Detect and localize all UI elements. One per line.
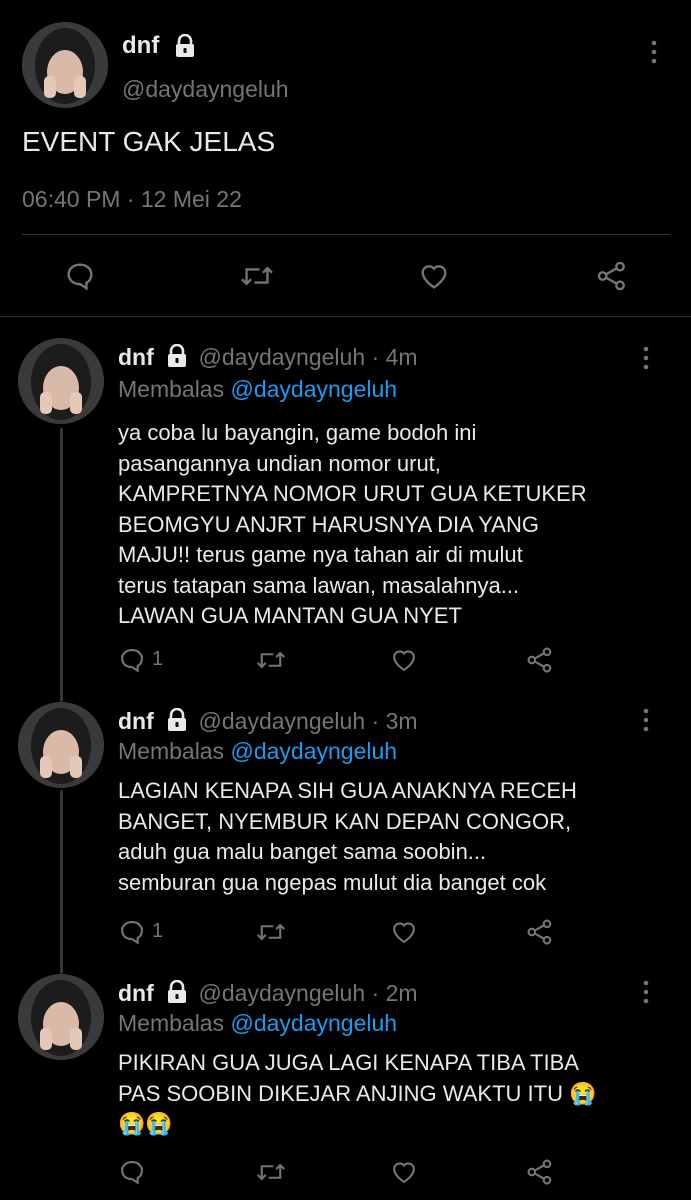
reply-header: dnf @daydayngeluh · 3m xyxy=(118,708,418,735)
retweet-icon[interactable] xyxy=(256,918,286,946)
heart-icon[interactable] xyxy=(390,646,418,674)
divider xyxy=(22,234,670,235)
author-handle[interactable]: @daydayngeluh xyxy=(199,980,366,1006)
lock-icon xyxy=(168,980,187,1003)
tweet-timestamp[interactable]: 06:40 PM · 12 Mei 22 xyxy=(22,186,242,213)
share-icon[interactable] xyxy=(596,260,628,292)
avatar-image xyxy=(18,702,104,788)
share-icon[interactable] xyxy=(526,1158,554,1186)
lock-icon xyxy=(176,34,194,57)
author-name[interactable]: dnf xyxy=(118,980,154,1006)
reply-count: 1 xyxy=(152,648,164,670)
reply-count: 1 xyxy=(152,920,164,942)
replying-handle[interactable]: @daydayngeluh xyxy=(231,738,398,764)
more-vertical-icon[interactable] xyxy=(638,708,654,732)
reply-text: LAGIAN KENAPA SIH GUA ANAKNYA RECEH BANG… xyxy=(118,778,577,895)
lock-icon xyxy=(168,708,187,731)
reply-time[interactable]: · 4m xyxy=(372,344,418,370)
reply-header: dnf @daydayngeluh · 2m xyxy=(118,980,418,1007)
heart-icon[interactable] xyxy=(390,1158,418,1186)
author-handle[interactable]: @daydayngeluh xyxy=(199,344,366,370)
replying-to: Membalas @daydayngeluh xyxy=(118,738,397,765)
reply-icon[interactable] xyxy=(64,260,96,292)
replying-label: Membalas xyxy=(118,376,225,402)
author-handle[interactable]: @daydayngeluh xyxy=(199,708,366,734)
avatar[interactable] xyxy=(18,338,104,424)
reply-icon[interactable] xyxy=(118,918,146,946)
lock-icon xyxy=(168,344,187,367)
avatar[interactable] xyxy=(22,22,108,108)
thread-line xyxy=(60,428,63,702)
thread-line xyxy=(60,790,63,974)
avatar[interactable] xyxy=(18,974,104,1060)
retweet-icon[interactable] xyxy=(240,260,274,292)
avatar-image xyxy=(18,974,104,1060)
more-vertical-icon[interactable] xyxy=(638,980,654,1004)
avatar-image xyxy=(22,22,108,108)
reply-text: ya coba lu bayangin, game bodoh ini pasa… xyxy=(118,420,587,628)
replying-label: Membalas xyxy=(118,1010,225,1036)
more-vertical-icon[interactable] xyxy=(638,346,654,370)
author-name[interactable]: dnf xyxy=(122,32,159,60)
replying-handle[interactable]: @daydayngeluh xyxy=(231,1010,398,1036)
replying-label: Membalas xyxy=(118,738,225,764)
reply-text: PIKIRAN GUA JUGA LAGI KENAPA TIBA TIBA P… xyxy=(118,1050,597,1136)
reply-icon[interactable] xyxy=(118,1158,146,1186)
divider xyxy=(0,316,691,317)
tweet-text: EVENT GAK JELAS xyxy=(22,126,276,157)
author-handle[interactable]: @daydayngeluh xyxy=(122,76,289,103)
heart-icon[interactable] xyxy=(418,260,450,292)
author-name[interactable]: dnf xyxy=(118,708,154,734)
retweet-icon[interactable] xyxy=(256,1158,286,1186)
reply-time[interactable]: · 2m xyxy=(372,980,418,1006)
avatar[interactable] xyxy=(18,702,104,788)
reply-header: dnf @daydayngeluh · 4m xyxy=(118,344,418,371)
share-icon[interactable] xyxy=(526,918,554,946)
replying-to: Membalas @daydayngeluh xyxy=(118,1010,397,1037)
reply-icon[interactable] xyxy=(118,646,146,674)
author-name[interactable]: dnf xyxy=(118,344,154,370)
share-icon[interactable] xyxy=(526,646,554,674)
replying-to: Membalas @daydayngeluh xyxy=(118,376,397,403)
heart-icon[interactable] xyxy=(390,918,418,946)
reply-time[interactable]: · 3m xyxy=(372,708,418,734)
replying-handle[interactable]: @daydayngeluh xyxy=(231,376,398,402)
retweet-icon[interactable] xyxy=(256,646,286,674)
avatar-image xyxy=(18,338,104,424)
more-vertical-icon[interactable] xyxy=(646,40,662,64)
